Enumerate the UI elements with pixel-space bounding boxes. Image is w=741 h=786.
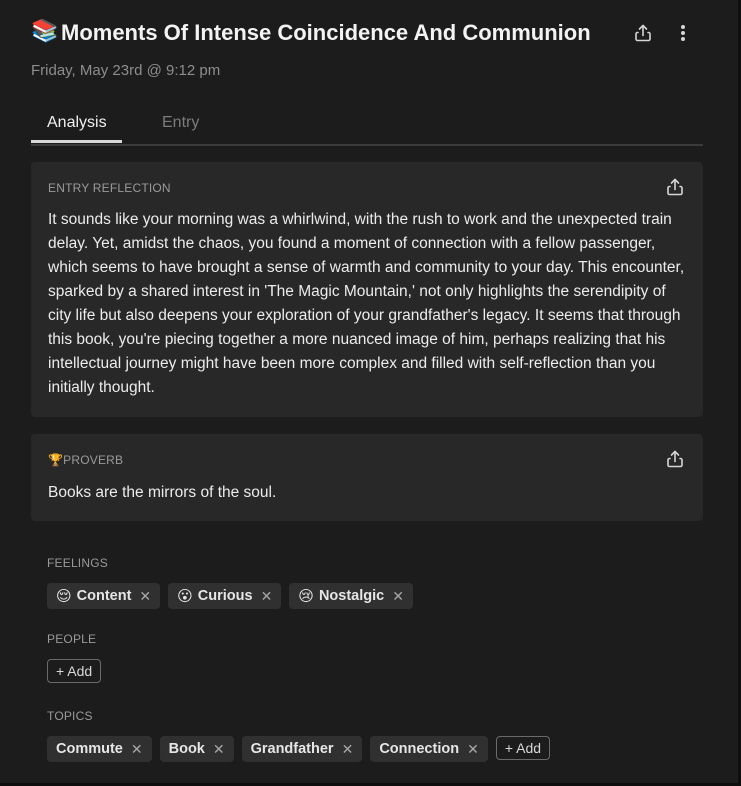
add-person-button[interactable]: + Add <box>47 659 102 683</box>
topics-chips: Commute ✕ Book ✕ Grandfather ✕ Connectio… <box>47 736 551 762</box>
people-chips: + Add <box>47 659 102 683</box>
books-emoji-icon: 📚 <box>31 19 59 44</box>
feeling-label: Content <box>76 588 132 604</box>
topic-label: Commute <box>56 741 123 757</box>
remove-icon[interactable]: ✕ <box>261 588 273 605</box>
surprised-face-icon: 😮 <box>177 587 193 605</box>
feeling-label: Curious <box>197 588 253 604</box>
entry-title: Moments Of Intense Coincidence And Commu… <box>61 20 591 45</box>
more-vertical-icon[interactable] <box>670 20 696 46</box>
topics-label: TOPICS <box>47 709 93 723</box>
active-tab-indicator <box>31 140 122 143</box>
topic-label: Grandfather <box>250 741 334 757</box>
topic-chip-grandfather[interactable]: Grandfather ✕ <box>241 736 363 762</box>
share-icon[interactable] <box>665 449 687 471</box>
tab-bar: Analysis Entry <box>31 106 703 146</box>
remove-icon[interactable]: ✕ <box>139 588 151 605</box>
topic-chip-book[interactable]: Book ✕ <box>159 736 234 762</box>
feeling-chip-nostalgic[interactable]: 😢 Nostalgic ✕ <box>289 583 413 609</box>
topic-chip-connection[interactable]: Connection ✕ <box>370 736 488 762</box>
entry-reflection-text: It sounds like your morning was a whirlw… <box>48 211 685 396</box>
remove-icon[interactable]: ✕ <box>131 741 143 758</box>
share-icon[interactable] <box>665 177 687 199</box>
entry-reflection-label: ENTRY REFLECTION <box>48 181 171 195</box>
entry-header: 📚 Moments Of Intense Coincidence And Com… <box>31 16 711 50</box>
topic-chip-commute[interactable]: Commute ✕ <box>47 736 152 762</box>
trophy-icon: 🏆 <box>48 453 64 467</box>
topic-label: Book <box>168 741 205 757</box>
people-label: PEOPLE <box>47 632 97 646</box>
add-topic-button[interactable]: + Add <box>495 736 551 760</box>
remove-icon[interactable]: ✕ <box>392 588 404 605</box>
proverb-text: Books are the mirrors of the soul. <box>48 484 277 501</box>
remove-icon[interactable]: ✕ <box>213 741 225 758</box>
feeling-chip-curious[interactable]: 😮 Curious ✕ <box>168 583 282 609</box>
share-icon[interactable] <box>630 20 656 46</box>
remove-icon[interactable]: ✕ <box>342 741 354 758</box>
proverb-card: 🏆PROVERB Books are the mirrors of the so… <box>31 434 703 521</box>
proverb-label: PROVERB <box>63 453 124 467</box>
relieved-face-icon: 😌 <box>56 587 72 605</box>
feeling-chip-content[interactable]: 😌 Content ✕ <box>47 583 161 609</box>
remove-icon[interactable]: ✕ <box>467 741 479 758</box>
journal-entry-view: 📚 Moments Of Intense Coincidence And Com… <box>0 0 741 786</box>
crying-face-icon: 😢 <box>298 587 314 605</box>
topic-label: Connection <box>379 741 460 757</box>
entry-reflection-card: ENTRY REFLECTION It sounds like your mor… <box>31 162 703 417</box>
feelings-label: FEELINGS <box>47 556 108 570</box>
entry-date: Friday, May 23rd @ 9:12 pm <box>31 62 221 79</box>
feelings-chips: 😌 Content ✕ 😮 Curious ✕ 😢 Nostalgic ✕ <box>47 583 413 609</box>
tab-entry[interactable]: Entry <box>162 114 199 144</box>
proverb-label-group: 🏆PROVERB <box>48 453 123 467</box>
feeling-label: Nostalgic <box>318 588 385 604</box>
